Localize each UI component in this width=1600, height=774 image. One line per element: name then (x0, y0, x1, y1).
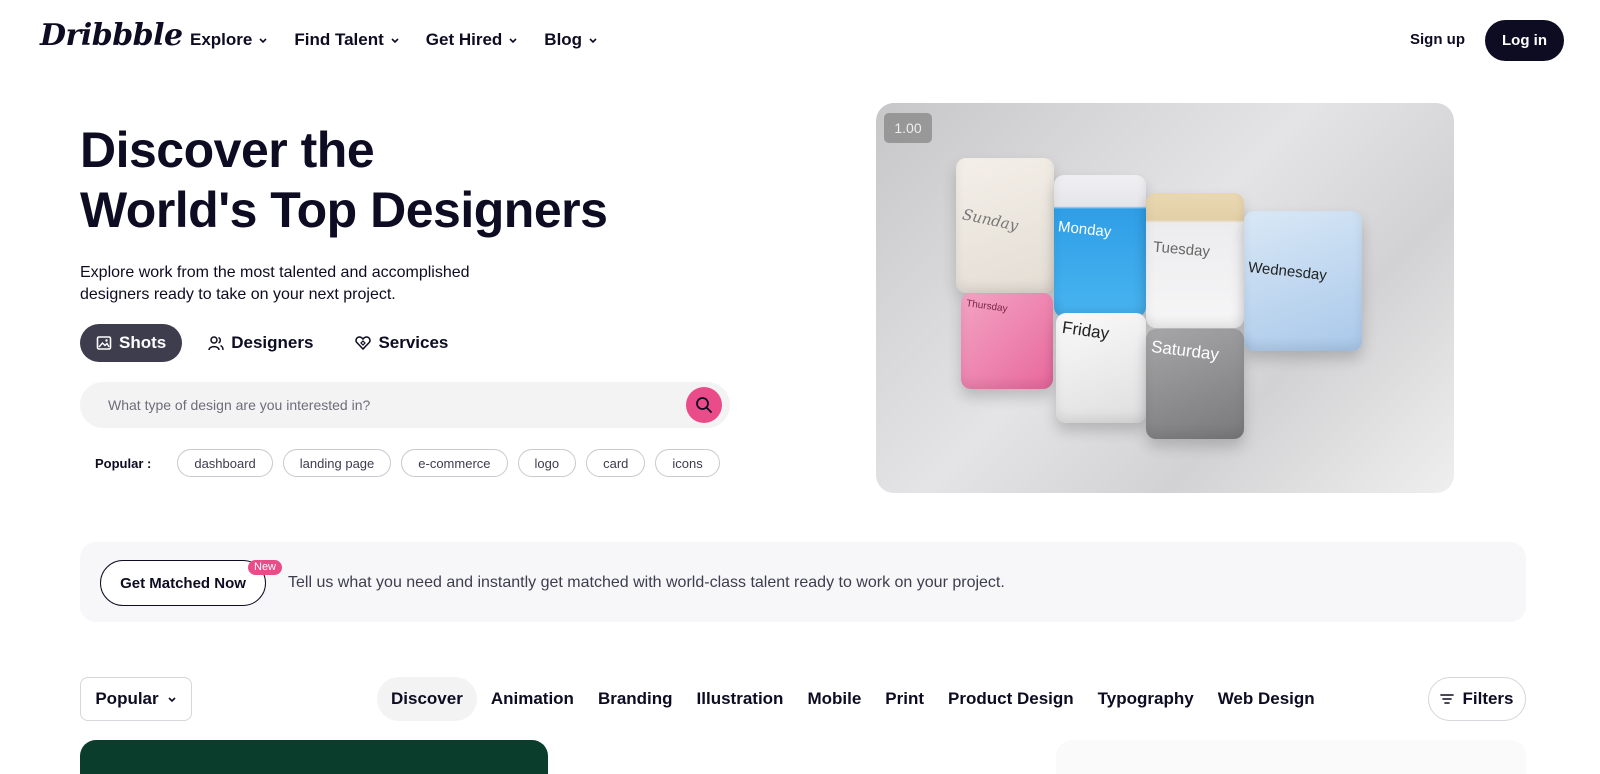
tab-web-design[interactable]: Web Design (1208, 677, 1325, 721)
signup-link[interactable]: Sign up (1410, 31, 1465, 48)
chevron-down-icon (259, 38, 267, 44)
tab-designers-label: Designers (231, 333, 314, 352)
nav-get-hired[interactable]: Get Hired (426, 30, 519, 50)
day-cube-monday (1054, 175, 1146, 317)
chevron-down-icon (168, 697, 176, 703)
nav-explore[interactable]: Explore (190, 30, 268, 50)
sort-select[interactable]: Popular (80, 677, 192, 721)
tab-branding[interactable]: Branding (588, 677, 683, 721)
hero-subtitle: Explore work from the most talented and … (80, 264, 470, 303)
tab-illustration[interactable]: Illustration (687, 677, 794, 721)
search-input[interactable] (108, 382, 668, 428)
image-icon (96, 336, 112, 350)
popular-tag-dashboard[interactable]: dashboard (177, 449, 273, 477)
tab-shots-label: Shots (119, 333, 167, 352)
get-matched-banner: Get Matched Now New Tell us what you nee… (80, 542, 1526, 622)
tab-services[interactable]: Services (339, 324, 464, 362)
filters-button-label: Filters (1462, 689, 1514, 708)
nav-find-talent-label: Find Talent (294, 30, 384, 49)
popular-tag-landing-page[interactable]: landing page (282, 449, 392, 477)
site-header: Dribbble Explore Find Talent Get Hired B… (0, 0, 1600, 80)
hero-video[interactable]: 1.00 Sunday Monday Tuesday Wednesday Thu… (876, 103, 1454, 493)
tab-animation[interactable]: Animation (481, 677, 584, 721)
heart-diamond-icon (355, 336, 372, 351)
users-icon (208, 336, 224, 351)
tab-shots[interactable]: Shots (80, 324, 183, 362)
popular-tag-logo[interactable]: logo (517, 449, 577, 477)
tab-typography[interactable]: Typography (1088, 677, 1204, 721)
popular-label: Popular : (95, 455, 152, 471)
nav-explore-label: Explore (190, 30, 253, 49)
filters-button[interactable]: Filters (1428, 677, 1526, 721)
popular-tag-card[interactable]: card (586, 449, 646, 477)
chevron-down-icon (509, 38, 517, 44)
playback-speed-badge[interactable]: 1.00 (884, 113, 932, 143)
tab-services-label: Services (378, 333, 449, 352)
nav-blog[interactable]: Blog (544, 30, 598, 50)
shot-card[interactable] (80, 740, 548, 774)
hero-title: Discover the World's Top Designers (80, 120, 608, 240)
login-button[interactable]: Log in (1485, 20, 1564, 61)
tab-designers[interactable]: Designers (192, 324, 329, 362)
search-type-tabs: Shots Designers Services (80, 324, 464, 362)
get-matched-button[interactable]: Get Matched Now (100, 560, 266, 606)
main-nav: Explore Find Talent Get Hired Blog (190, 30, 598, 50)
chevron-down-icon (391, 38, 399, 44)
popular-tag-e-commerce[interactable]: e-commerce (401, 449, 508, 477)
tab-product-design[interactable]: Product Design (938, 677, 1084, 721)
get-matched-description: Tell us what you need and instantly get … (288, 574, 1005, 591)
nav-blog-label: Blog (544, 30, 583, 49)
popular-tag-icons[interactable]: icons (655, 449, 720, 477)
search-icon (696, 397, 712, 413)
nav-get-hired-label: Get Hired (425, 30, 503, 49)
tab-mobile[interactable]: Mobile (797, 677, 871, 721)
new-badge: New (248, 560, 283, 575)
search-bar (80, 382, 730, 428)
nav-find-talent[interactable]: Find Talent (294, 30, 399, 50)
dribbble-logo[interactable]: Dribbble (40, 18, 183, 53)
shot-card[interactable] (1056, 740, 1526, 774)
tab-print[interactable]: Print (875, 677, 934, 721)
tab-discover[interactable]: Discover (377, 677, 477, 721)
chevron-down-icon (589, 38, 597, 44)
popular-tags: Popular : dashboard landing page e-comme… (95, 449, 720, 477)
sort-select-value: Popular (95, 689, 159, 708)
hero-title-line1: Discover the (80, 122, 375, 178)
day-cube-tuesday (1146, 193, 1244, 328)
hero-title-line2: World's Top Designers (80, 182, 608, 238)
search-button[interactable] (686, 387, 722, 423)
category-tabs: Discover Animation Branding Illustration… (377, 677, 1325, 721)
filter-lines-icon (1440, 694, 1455, 704)
